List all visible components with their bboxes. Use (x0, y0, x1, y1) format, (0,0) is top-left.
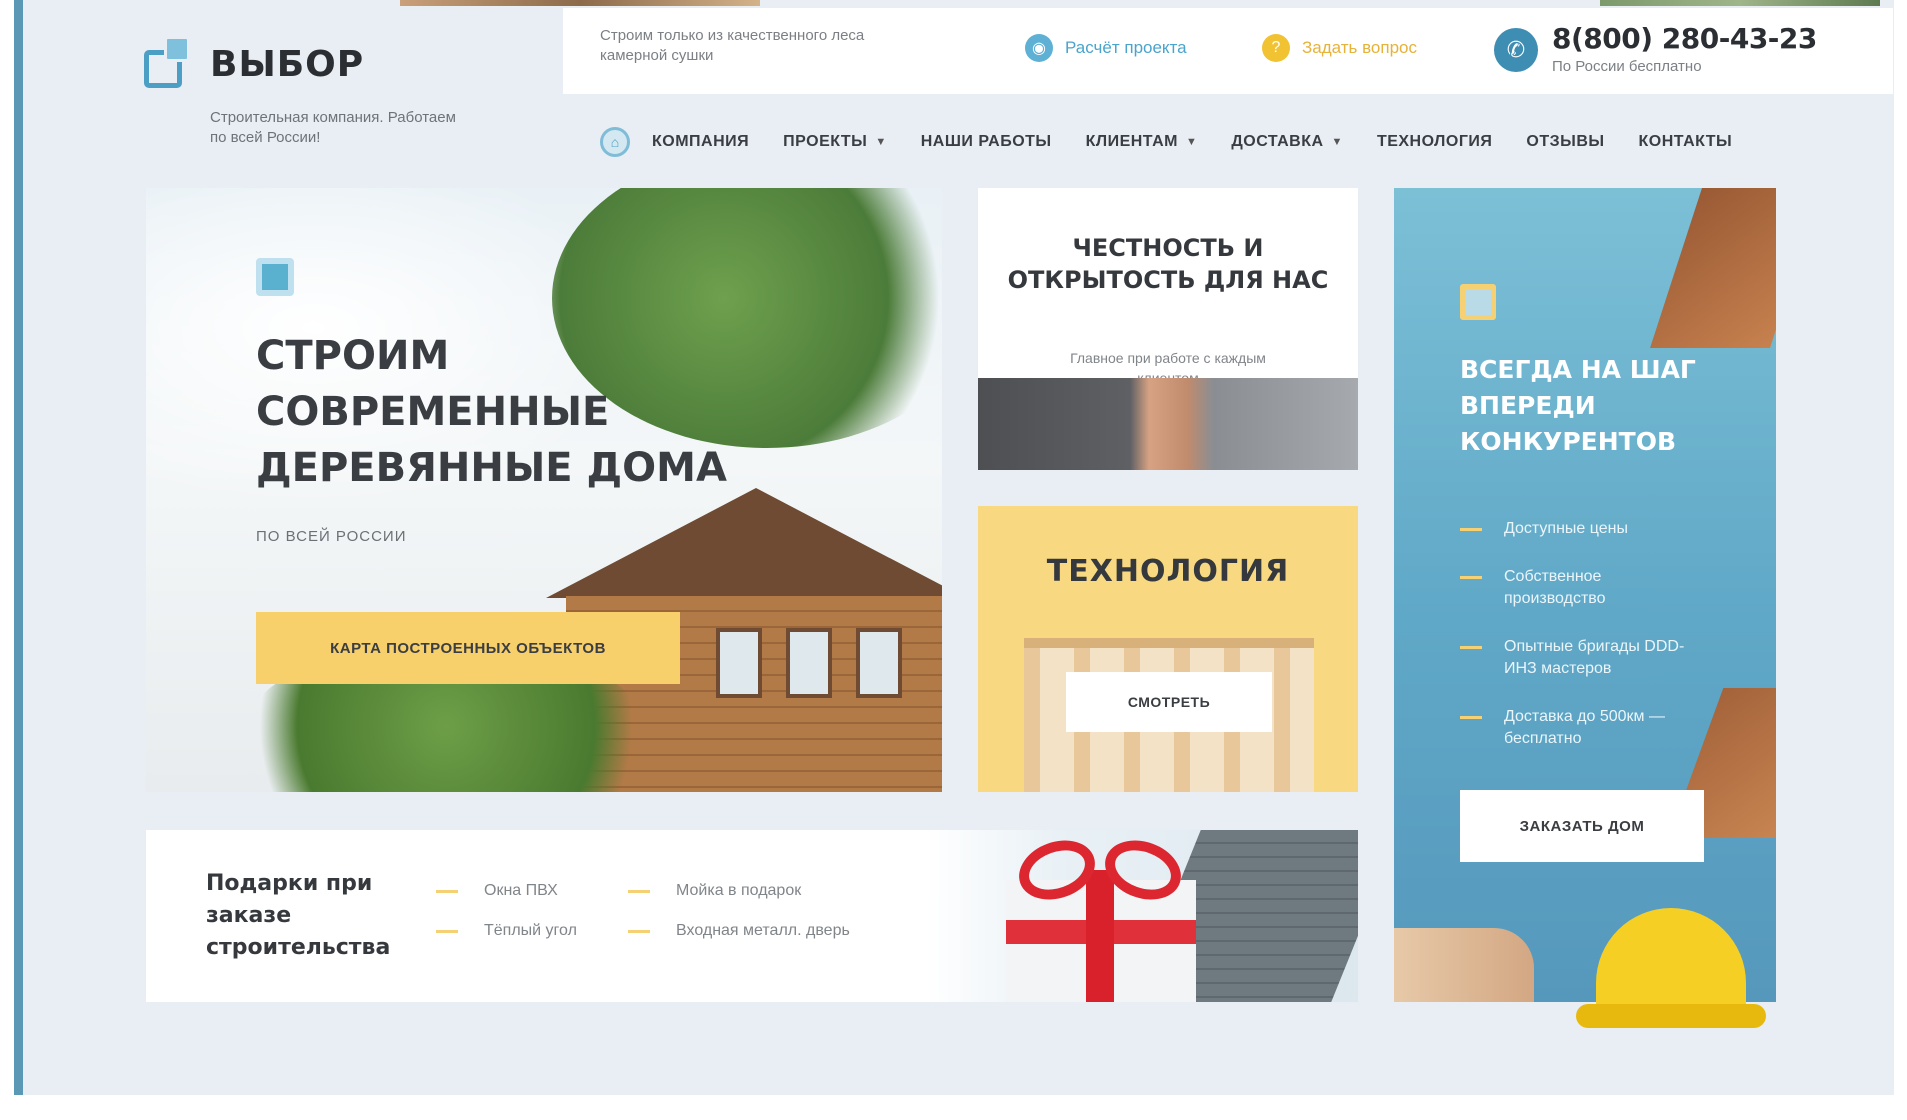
gifts-banner[interactable]: Подарки при заказе строительства Окна ПВ… (146, 830, 1358, 1002)
hero-banner: СТРОИМ СОВРЕМЕННЫЕ ДЕРЕВЯННЫЕ ДОМА ПО ВС… (146, 188, 942, 792)
nav-item-technology[interactable]: ТЕХНОЛОГИЯ (1377, 133, 1492, 151)
nav-item-delivery[interactable]: ДОСТАВКА ▼ (1231, 133, 1343, 151)
wood-log-image (1394, 928, 1534, 1002)
phone-number[interactable]: 8(800) 280-43-23 (1552, 22, 1817, 55)
list-item: Доступные цены (1460, 518, 1700, 540)
calc-project-label: Расчёт проекта (1065, 38, 1187, 57)
top-banner-image (400, 0, 760, 6)
advantages-list: Доступные цены Собственное производство … (1460, 518, 1700, 776)
calculator-icon: ◉ (1025, 34, 1053, 62)
calc-project-link[interactable]: ◉ Расчёт проекта (1025, 34, 1187, 62)
gift-item: Тёплый угол (436, 922, 577, 940)
chevron-down-icon: ▼ (1185, 136, 1198, 148)
logo-icon (140, 36, 196, 92)
nav-item-reviews[interactable]: ОТЗЫВЫ (1526, 133, 1604, 151)
promo-title: ВСЕГДА НА ШАГ ВПЕРЕДИ КОНКУРЕНТОВ (1460, 355, 1696, 456)
ask-question-label: Задать вопрос (1302, 38, 1417, 57)
list-item: Доставка до 500км — бесплатно (1460, 706, 1700, 750)
honesty-title: ЧЕСТНОСТЬ И ОТКРЫТОСТЬ ДЛЯ НАС (1007, 234, 1329, 294)
question-icon: ? (1262, 34, 1290, 62)
honesty-card[interactable]: ЧЕСТНОСТЬ И ОТКРЫТОСТЬ ДЛЯ НАС Главное п… (978, 188, 1358, 470)
chevron-down-icon: ▼ (1331, 136, 1343, 148)
wood-beam-image (1650, 188, 1776, 348)
list-item: Собственное производство (1460, 566, 1700, 610)
objects-map-button[interactable]: КАРТА ПОСТРОЕННЫХ ОБЪЕКТОВ (256, 612, 680, 684)
ask-question-link[interactable]: ? Задать вопрос (1262, 34, 1417, 62)
top-banner-image-right (1600, 0, 1880, 6)
home-icon[interactable]: ⌂ (600, 127, 630, 157)
logo-subtitle: Строительная компания. Работаем по всей … (210, 109, 456, 146)
hero-title: СТРОИМ СОВРЕМЕННЫЕ ДЕРЕВЯННЫЕ ДОМА (256, 333, 727, 491)
nav-item-our-works[interactable]: НАШИ РАБОТЫ (921, 133, 1052, 151)
list-item: Опытные бригады DDD-ИНЗ мастеров (1460, 636, 1700, 680)
main-nav: ⌂ КОМПАНИЯ ПРОЕКТЫ ▼ НАШИ РАБОТЫ КЛИЕНТАМ… (600, 124, 1766, 160)
phone-icon[interactable]: ✆ (1494, 28, 1538, 72)
gift-item: Окна ПВХ (436, 882, 558, 900)
gift-item: Мойка в подарок (628, 882, 801, 900)
order-house-button[interactable]: ЗАКАЗАТЬ ДОМ (1460, 790, 1704, 862)
nav-item-projects[interactable]: ПРОЕКТЫ ▼ (783, 133, 887, 151)
phone-note: По России бесплатно (1552, 58, 1702, 75)
hero-subtitle: ПО ВСЕЙ РОССИИ (256, 528, 407, 545)
hard-hat-image (1576, 908, 1766, 1048)
gifts-title: Подарки при заказе строительства (206, 871, 391, 960)
advantages-card: ВСЕГДА НА ШАГ ВПЕРЕДИ КОНКУРЕНТОВ Доступ… (1394, 188, 1776, 1002)
handshake-image (978, 378, 1358, 470)
hero-badge-icon (256, 258, 294, 296)
logo-name: ВЫБОР (210, 43, 365, 85)
chevron-down-icon: ▼ (875, 136, 887, 148)
nav-item-clients[interactable]: КЛИЕНТАМ ▼ (1086, 133, 1198, 151)
technology-card: ТЕХНОЛОГИЯ СМОТРЕТЬ (978, 506, 1358, 792)
view-technology-button[interactable]: СМОТРЕТЬ (1066, 672, 1272, 732)
promo-badge-icon (1460, 284, 1496, 320)
header-note: Строим только из качественного леса каме… (600, 27, 865, 64)
nav-item-contacts[interactable]: КОНТАКТЫ (1639, 133, 1733, 151)
technology-title: ТЕХНОЛОГИЯ (1046, 554, 1290, 589)
logo[interactable]: ВЫБОР (140, 36, 364, 92)
gift-item: Входная металл. дверь (628, 922, 850, 940)
nav-item-company[interactable]: КОМПАНИЯ (652, 133, 749, 151)
